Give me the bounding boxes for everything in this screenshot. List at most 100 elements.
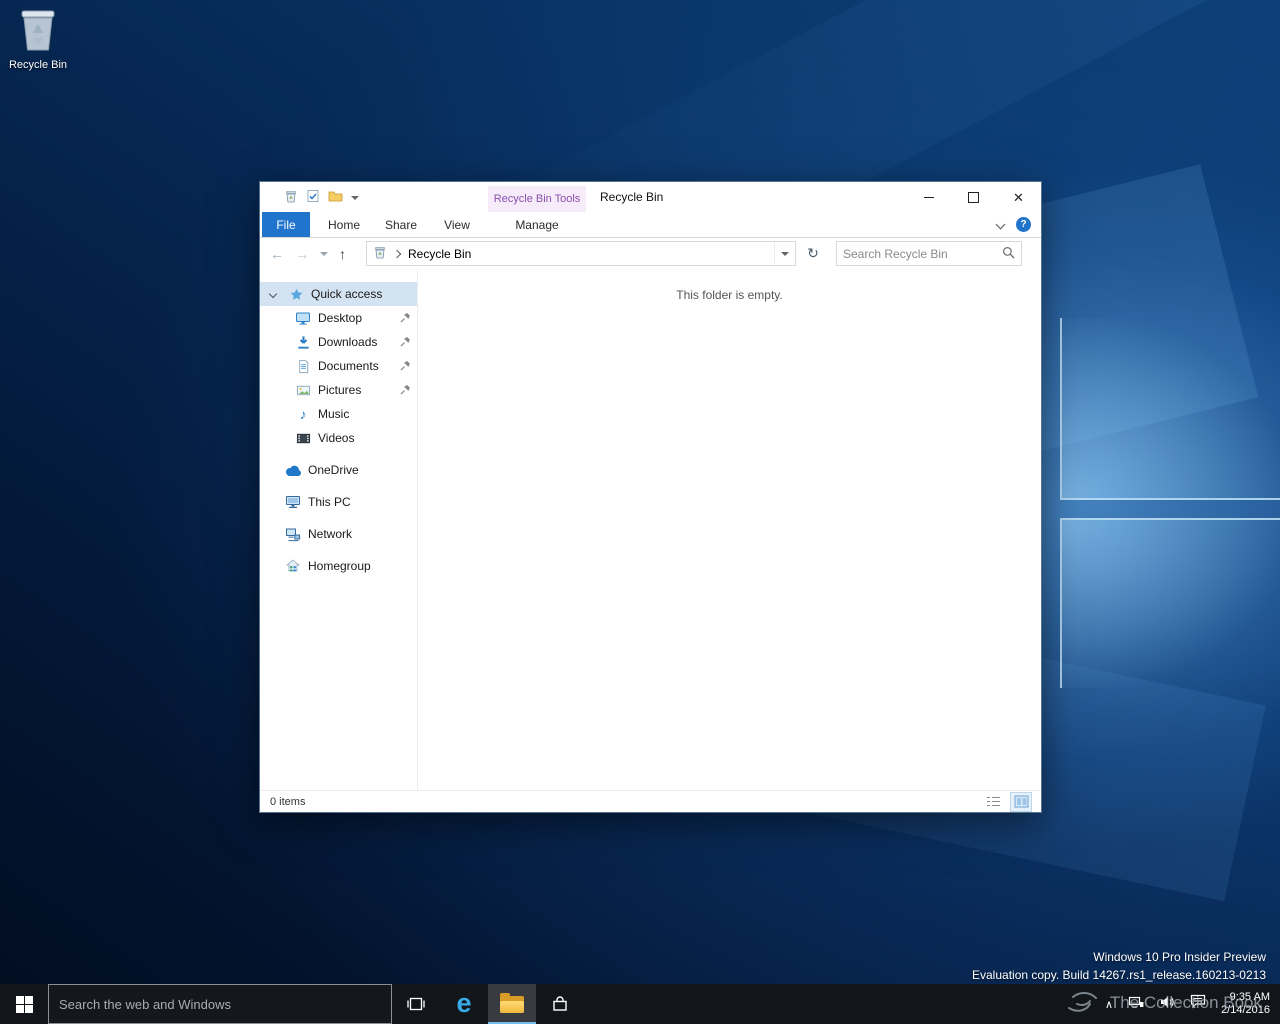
pin-icon — [400, 360, 411, 374]
wallpaper-logo-pane — [1060, 518, 1280, 688]
empty-folder-text: This folder is empty. — [676, 288, 783, 302]
start-button[interactable] — [0, 984, 48, 1024]
tab-file[interactable]: File — [262, 212, 310, 237]
wallpaper-logo-pane — [1060, 318, 1280, 500]
store-button[interactable] — [536, 984, 584, 1024]
qat-properties-button[interactable] — [306, 189, 320, 206]
task-view-icon — [407, 997, 425, 1011]
taskbar-search-box[interactable] — [48, 984, 392, 1024]
maximize-button[interactable] — [951, 182, 996, 212]
task-view-button[interactable] — [392, 984, 440, 1024]
expand-ribbon-icon[interactable] — [995, 219, 1006, 230]
minimize-button[interactable] — [906, 182, 951, 212]
close-button[interactable]: ✕ — [996, 182, 1041, 212]
folder-icon — [500, 992, 524, 1013]
address-bar[interactable]: Recycle Bin — [366, 241, 796, 266]
sidebar-item-onedrive[interactable]: OneDrive — [260, 458, 417, 482]
sidebar-item-pictures[interactable]: Pictures — [260, 378, 417, 402]
sidebar-item-homegroup[interactable]: Homegroup — [260, 554, 417, 578]
desktop-folder-icon — [294, 310, 312, 326]
store-bag-icon — [553, 996, 567, 1011]
windows-logo-icon — [15, 995, 33, 1013]
sidebar-item-music[interactable]: ♪ Music — [260, 402, 417, 426]
downloads-icon — [294, 334, 312, 350]
navigation-pane: Quick access Desktop Downloads Documents… — [260, 270, 418, 790]
help-button[interactable]: ? — [1016, 217, 1031, 232]
action-center-icon[interactable] — [1190, 994, 1206, 1014]
large-icons-view-button[interactable] — [1010, 791, 1032, 812]
file-list-area[interactable]: This folder is empty. — [418, 270, 1041, 790]
sidebar-item-label: OneDrive — [308, 463, 359, 477]
details-view-button[interactable] — [983, 793, 1003, 811]
sidebar-item-label: Quick access — [311, 287, 383, 301]
taskbar-search-input[interactable] — [49, 996, 391, 1012]
sidebar-item-label: Homegroup — [308, 559, 371, 573]
sidebar-item-documents[interactable]: Documents — [260, 354, 417, 378]
sidebar-item-downloads[interactable]: Downloads — [260, 330, 417, 354]
tab-view[interactable]: View — [433, 212, 481, 237]
recent-locations-dropdown-icon[interactable] — [320, 252, 328, 256]
network-icon — [284, 526, 302, 542]
status-bar: 0 items — [260, 790, 1041, 812]
sidebar-item-quick-access[interactable]: Quick access — [260, 282, 417, 306]
minimize-icon — [923, 196, 934, 198]
tray-expand-icon[interactable]: ∧ — [1105, 998, 1113, 1011]
title-bar[interactable]: Recycle Bin Tools Recycle Bin ✕ — [260, 182, 1041, 212]
items-count: 0 items — [270, 795, 306, 808]
back-button[interactable]: ← — [270, 246, 284, 262]
file-explorer-window: Recycle Bin Tools Recycle Bin ✕ File Hom… — [259, 181, 1042, 813]
qat-customize-dropdown-icon[interactable] — [351, 195, 359, 200]
volume-icon[interactable] — [1159, 995, 1175, 1014]
address-location-icon — [373, 245, 387, 262]
address-dropdown-button[interactable] — [774, 242, 795, 265]
sidebar-item-label: Downloads — [318, 335, 378, 349]
up-button[interactable]: ↑ — [339, 246, 346, 262]
refresh-button[interactable]: ↻ — [802, 241, 824, 266]
desktop: Recycle Bin Recycle Bin Tools Recycle Bi… — [0, 0, 1280, 1024]
search-icon[interactable] — [1002, 246, 1015, 262]
sidebar-item-desktop[interactable]: Desktop — [260, 306, 417, 330]
documents-icon — [294, 358, 312, 374]
sidebar-item-this-pc[interactable]: This PC — [260, 490, 417, 514]
breadcrumb-chevron-icon[interactable] — [392, 249, 402, 258]
quick-access-icon — [287, 286, 305, 302]
network-tray-icon[interactable] — [1128, 995, 1144, 1014]
sidebar-item-label: This PC — [308, 495, 351, 509]
tab-manage[interactable]: Manage — [512, 212, 562, 237]
tab-share[interactable]: Share — [377, 212, 425, 237]
sidebar-item-label: Pictures — [318, 383, 362, 397]
address-bar-row: ← → ↑ Recycle Bin ↻ — [260, 238, 1041, 270]
videos-icon — [294, 430, 312, 446]
pin-icon — [400, 384, 411, 398]
contextual-tab-header[interactable]: Recycle Bin Tools — [488, 186, 586, 212]
sidebar-item-label: Desktop — [318, 311, 363, 325]
system-tray: ∧ 9:35 AM 2/14/2016 — [1105, 984, 1280, 1024]
watermark-line2: Evaluation copy. Build 14267.rs1_release… — [972, 968, 1266, 982]
pin-icon — [400, 312, 411, 326]
window-system-icon[interactable] — [284, 189, 298, 206]
recycle-bin-icon — [17, 10, 59, 56]
close-icon: ✕ — [1013, 189, 1024, 205]
file-explorer-button[interactable] — [488, 984, 536, 1024]
sidebar-item-label: Network — [308, 527, 353, 541]
edge-button[interactable]: e — [440, 984, 488, 1024]
pictures-icon — [294, 382, 312, 398]
window-title: Recycle Bin — [600, 190, 664, 204]
search-box[interactable] — [836, 241, 1022, 266]
sidebar-item-label: Documents — [318, 359, 379, 373]
tab-home[interactable]: Home — [320, 212, 368, 237]
desktop-icon-label: Recycle Bin — [8, 59, 68, 71]
sidebar-item-network[interactable]: Network — [260, 522, 417, 546]
taskbar: e ∧ 9:35 AM 2/14/2016 — [0, 984, 1280, 1024]
qat-new-folder-button[interactable] — [328, 190, 343, 205]
search-input[interactable] — [837, 246, 1002, 261]
breadcrumb[interactable]: Recycle Bin — [408, 247, 471, 261]
ribbon-tab-row: File Home Share View Manage ? — [260, 212, 1041, 238]
onedrive-icon — [284, 462, 302, 478]
sidebar-item-videos[interactable]: Videos — [260, 426, 417, 450]
pin-icon — [400, 336, 411, 350]
forward-button[interactable]: → — [295, 246, 309, 262]
taskbar-clock[interactable]: 9:35 AM 2/14/2016 — [1221, 991, 1270, 1017]
desktop-recycle-bin-icon[interactable]: Recycle Bin — [8, 6, 68, 71]
chevron-down-icon[interactable] — [268, 289, 278, 299]
